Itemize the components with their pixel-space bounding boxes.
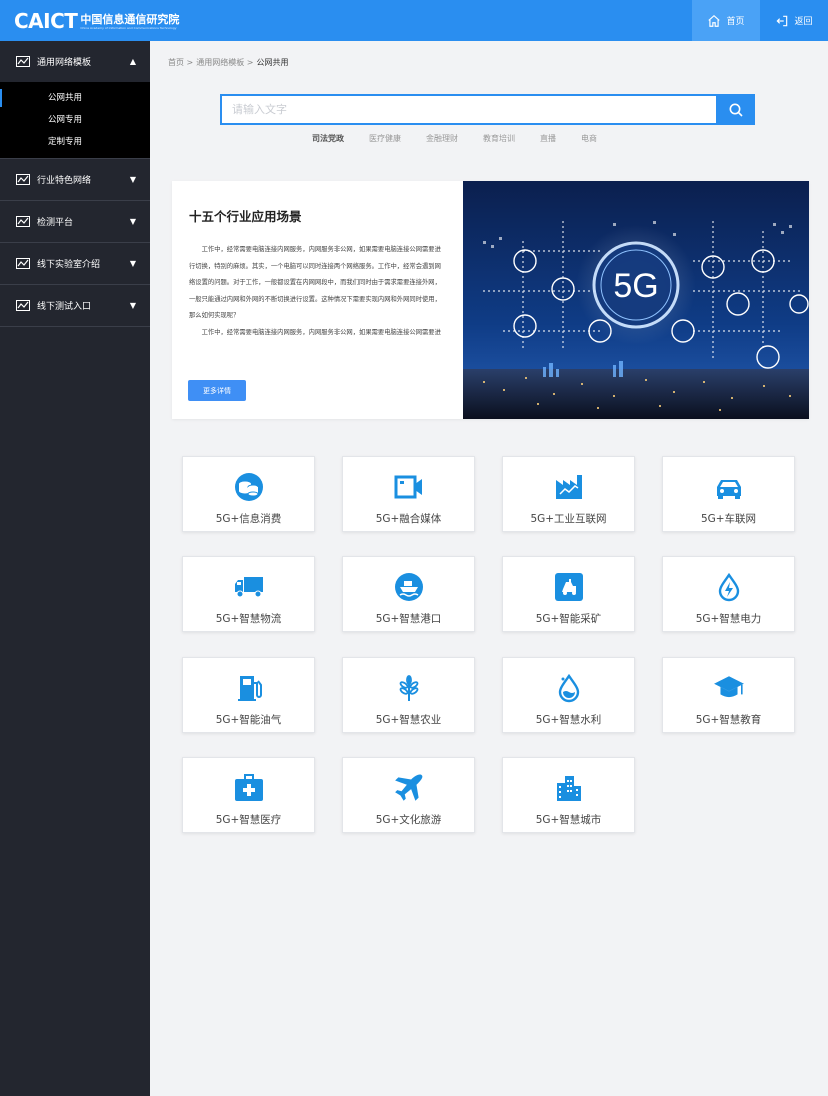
card-label: 5G+文化旅游 [375, 814, 442, 826]
chart-icon [16, 56, 30, 67]
graduation-cap-icon [713, 676, 744, 698]
video-camera-icon [394, 475, 422, 499]
medical-kit-icon [234, 774, 263, 801]
5g-badge-text: 5G [613, 267, 658, 305]
sidebar-item-offline-lab[interactable]: 线下实验室介绍 ▼ [0, 243, 150, 284]
airplane-icon [394, 774, 422, 801]
car-icon [716, 480, 741, 499]
card-mining[interactable]: 5G+智能采矿 [502, 556, 635, 632]
card-label: 5G+智慧水利 [535, 714, 602, 726]
coins-icon [234, 473, 263, 501]
mining-icon [554, 573, 583, 601]
sidebar-group-general-template: 通用网络模板 ▲ 公网共用 公网专用 定制专用 [0, 41, 150, 159]
card-label: 5G+智慧医疗 [215, 814, 282, 826]
card-logistics[interactable]: 5G+智慧物流 [182, 556, 315, 632]
nav-back[interactable]: 返回 [760, 0, 828, 41]
breadcrumb-parent[interactable]: 通用网络模板 > [196, 57, 253, 68]
chart-icon [16, 258, 30, 269]
exit-icon [776, 15, 788, 26]
card-label: 5G+智慧港口 [375, 613, 442, 625]
card-label: 5G+信息消费 [215, 513, 282, 525]
card-media[interactable]: 5G+融合媒体 [342, 456, 475, 532]
logo-cn-name: 中国信息通信研究院 [80, 12, 180, 26]
hot-tag[interactable]: 司法党政 [312, 133, 344, 144]
card-label: 5G+工业互联网 [530, 513, 607, 525]
chart-icon [16, 174, 30, 185]
nav-home[interactable]: 首页 [692, 0, 760, 41]
factory-icon [555, 475, 582, 499]
breadcrumb: 首页 > 通用网络模板 > 公网共用 [168, 57, 292, 68]
chart-icon [16, 216, 30, 227]
sidebar-subitem-public-shared[interactable]: 公网共用 [0, 87, 150, 109]
card-industrial-internet[interactable]: 5G+工业互联网 [502, 456, 635, 532]
card-power[interactable]: 5G+智慧电力 [662, 556, 795, 632]
hot-tag[interactable]: 电商 [581, 133, 597, 144]
5g-city-image: 5G [463, 181, 809, 419]
sidebar-sub-list: 公网共用 公网专用 定制专用 [0, 82, 150, 158]
sidebar: 通用网络模板 ▲ 公网共用 公网专用 定制专用 行业特色网络 ▼ 检测平台 ▼ … [0, 41, 150, 1096]
caict-logo[interactable]: CAICT 中国信息通信研究院 China Academy of Informa… [14, 9, 179, 33]
card-education[interactable]: 5G+智慧教育 [662, 657, 795, 733]
feature-panel: 十五个行业应用场景 工作中，经常需要电脑连接内网服务，内网服务非公网，如果需要电… [172, 181, 809, 419]
water-drop-icon [558, 673, 579, 703]
hot-tag[interactable]: 金融理财 [426, 133, 458, 144]
card-medical[interactable]: 5G+智慧医疗 [182, 757, 315, 833]
card-label: 5G+智能采矿 [535, 613, 602, 625]
sidebar-subitem-custom-dedicated[interactable]: 定制专用 [0, 131, 150, 153]
card-info-consumption[interactable]: 5G+信息消费 [182, 456, 315, 532]
fuel-pump-icon [237, 676, 262, 701]
card-label: 5G+车联网 [700, 513, 757, 525]
feature-paragraph: 工作中，经常需要电脑连接内网服务，内网服务非公网，如果需要电脑连接公网需要进行切… [189, 246, 441, 319]
card-label: 5G+智慧农业 [375, 714, 442, 726]
logo-en-name: China Academy of Information and Communi… [80, 25, 177, 30]
feature-title: 十五个行业应用场景 [189, 209, 302, 224]
card-label: 5G+智慧电力 [695, 613, 762, 625]
logo-mark: CAICT [14, 9, 78, 33]
card-label: 5G+智慧物流 [215, 613, 282, 625]
card-vehicle-network[interactable]: 5G+车联网 [662, 456, 795, 532]
truck-icon [234, 577, 263, 598]
hot-tag[interactable]: 教育培训 [483, 133, 515, 144]
search-bar [220, 94, 755, 125]
wheat-icon [399, 675, 418, 701]
home-icon [708, 14, 721, 27]
breadcrumb-current: 公网共用 [256, 58, 289, 67]
card-tourism[interactable]: 5G+文化旅游 [342, 757, 475, 833]
chevron-down-icon: ▼ [129, 259, 136, 268]
chevron-up-icon: ▲ [129, 57, 136, 66]
sidebar-item-test-platform[interactable]: 检测平台 ▼ [0, 201, 150, 242]
sidebar-item-general-template[interactable]: 通用网络模板 ▲ [0, 41, 150, 82]
card-water-conservancy[interactable]: 5G+智慧水利 [502, 657, 635, 733]
search-input[interactable] [220, 94, 716, 125]
card-label: 5G+智慧城市 [535, 814, 602, 826]
card-port[interactable]: 5G+智慧港口 [342, 556, 475, 632]
ship-icon [394, 573, 423, 601]
sidebar-item-industry-network[interactable]: 行业特色网络 ▼ [0, 159, 150, 200]
hot-tag[interactable]: 直播 [540, 133, 556, 144]
breadcrumb-home[interactable]: 首页 > [168, 57, 193, 68]
feature-paragraph: 工作中，经常需要电脑连接内网服务，内网服务非公网，如果需要电脑连接公网需要进行切… [201, 328, 441, 336]
chart-icon [16, 300, 30, 311]
card-oil-gas[interactable]: 5G+智能油气 [182, 657, 315, 733]
sidebar-subitem-public-dedicated[interactable]: 公网专用 [0, 109, 150, 131]
card-agriculture[interactable]: 5G+智慧农业 [342, 657, 475, 733]
top-header: CAICT 中国信息通信研究院 China Academy of Informa… [0, 0, 828, 41]
chevron-down-icon: ▼ [129, 175, 136, 184]
sidebar-item-offline-test[interactable]: 线下测试入口 ▼ [0, 285, 150, 326]
search-button[interactable] [716, 94, 755, 125]
power-drop-icon [718, 572, 739, 602]
card-smart-city[interactable]: 5G+智慧城市 [502, 757, 635, 833]
search-icon [729, 103, 743, 117]
hot-tag[interactable]: 医疗健康 [369, 133, 401, 144]
card-label: 5G+智能油气 [215, 714, 282, 726]
hot-tags: 司法党政 医疗健康 金融理财 教育培训 直播 电商 [312, 133, 622, 144]
card-label: 5G+融合媒体 [375, 513, 442, 525]
card-label: 5G+智慧教育 [695, 714, 762, 726]
city-buildings-icon [556, 776, 581, 801]
more-details-button[interactable]: 更多详情 [188, 380, 246, 401]
top-nav: 首页 返回 [692, 0, 828, 41]
chevron-down-icon: ▼ [129, 217, 136, 226]
chevron-down-icon: ▼ [129, 301, 136, 310]
